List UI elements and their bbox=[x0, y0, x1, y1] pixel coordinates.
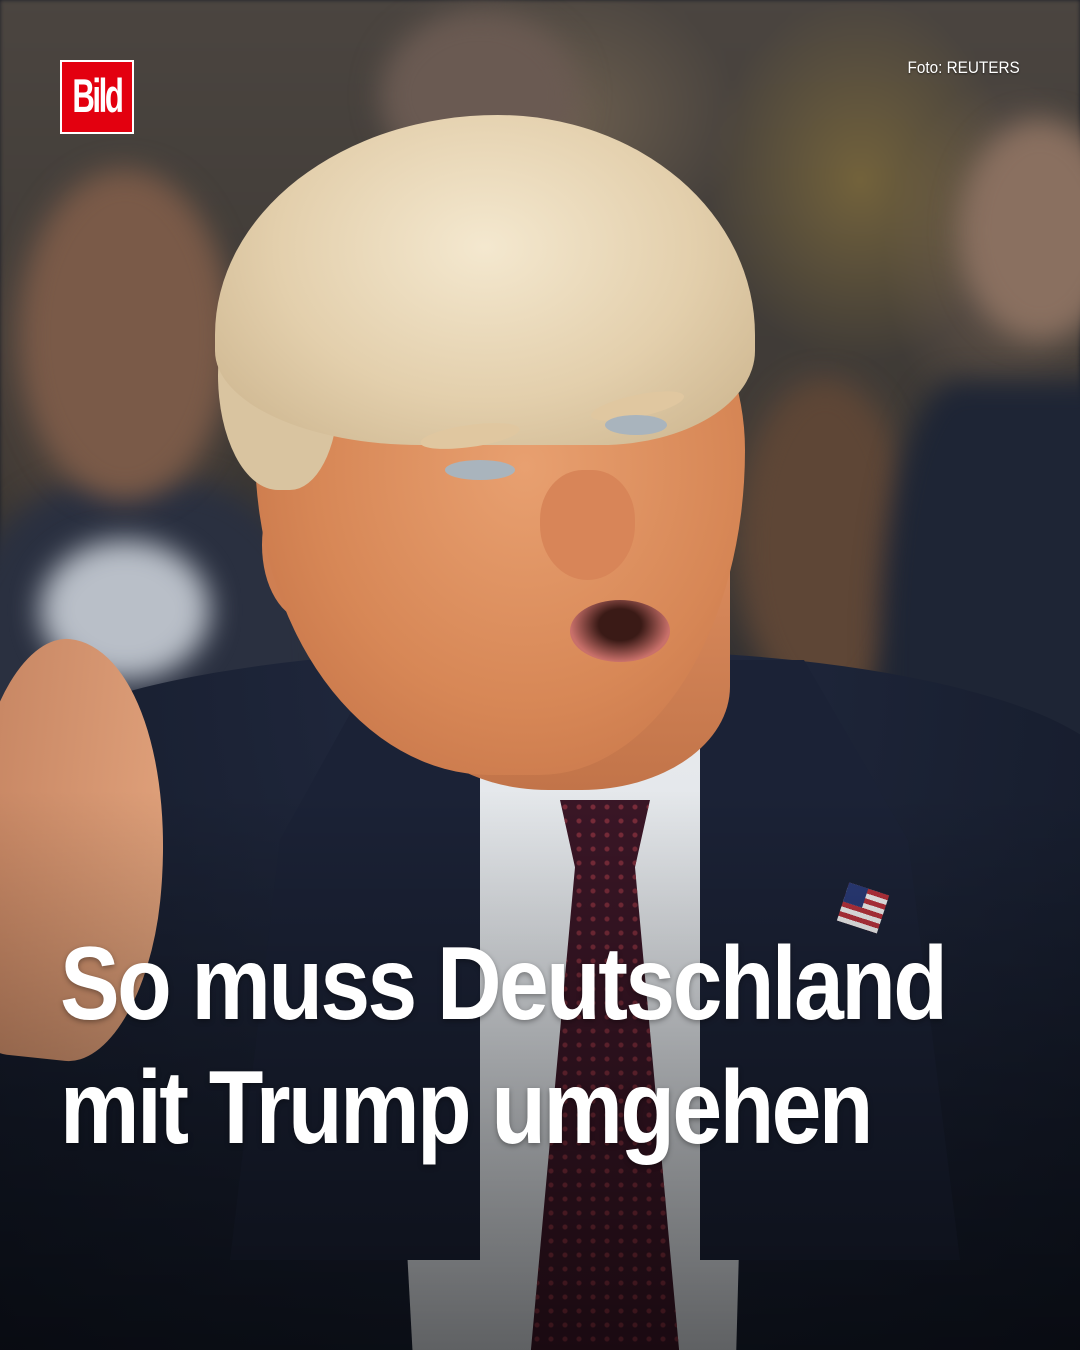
headline: So muss Deutschland mit Trump umgehen bbox=[60, 922, 948, 1170]
mouth bbox=[570, 600, 670, 662]
eye bbox=[605, 415, 667, 435]
photo-credit: Foto: REUTERS bbox=[907, 58, 1020, 77]
bild-logo: Bild bbox=[60, 60, 134, 134]
headline-line: mit Trump umgehen bbox=[60, 1050, 873, 1166]
eye bbox=[445, 460, 515, 480]
social-post-card: Bild Foto: REUTERS So muss Deutschland m… bbox=[0, 0, 1080, 1350]
nose bbox=[540, 470, 635, 580]
headline-line: So muss Deutschland bbox=[60, 926, 948, 1042]
logo-text: Bild bbox=[72, 70, 123, 124]
